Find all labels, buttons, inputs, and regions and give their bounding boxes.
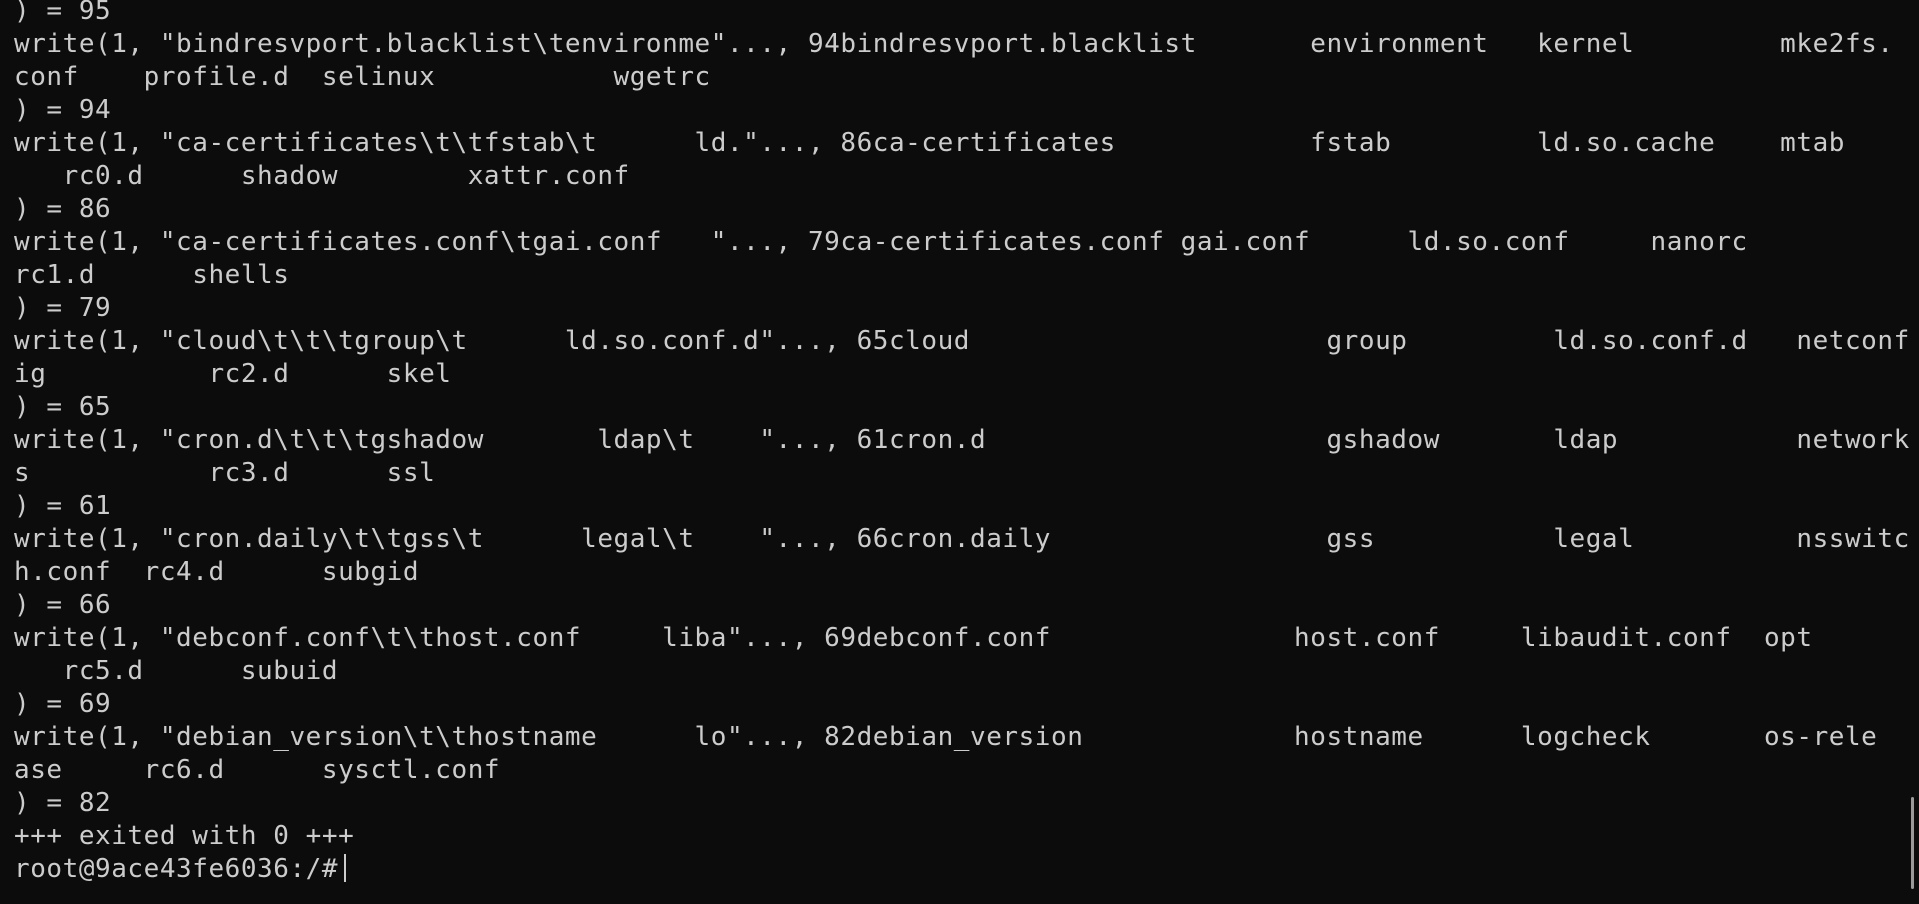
output-line: h.conf rc4.d subgid [14, 557, 420, 587]
output-line: ig rc2.d skel [14, 359, 452, 389]
text-cursor [344, 854, 347, 882]
output-line: write(1, "cron.d\t\t\tgshadow ldap\t "..… [14, 425, 1910, 455]
output-line: write(1, "cloud\t\t\tgroup\t ld.so.conf.… [14, 326, 1910, 356]
scrollbar-thumb[interactable] [1911, 797, 1914, 889]
output-line: write(1, "ca-certificates.conf\tgai.conf… [14, 227, 1748, 257]
prompt-line[interactable]: root@9ace43fe6036:/# [14, 853, 1919, 886]
output-line: ) = 94 [14, 95, 112, 125]
output-line: write(1, "debian_version\t\thostname lo"… [14, 722, 1878, 752]
output-line: ) = 79 [14, 293, 112, 323]
output-line: rc5.d subuid [14, 656, 339, 686]
shell-prompt: root@9ace43fe6036:/# [14, 854, 339, 884]
output-line: rc0.d shadow xattr.conf [14, 161, 630, 191]
output-line: rc1.d shells [14, 260, 290, 290]
output-line: conf profile.d selinux wgetrc [14, 62, 711, 92]
output-line: ) = 86 [14, 194, 112, 224]
output-line: ) = 66 [14, 590, 112, 620]
output-line: ) = 69 [14, 689, 112, 719]
output-line: write(1, "ca-certificates\t\tfstab\t ld.… [14, 128, 1845, 158]
output-line: ) = 61 [14, 491, 112, 521]
output-line: ) = 82 [14, 788, 112, 818]
output-line: write(1, "debconf.conf\t\thost.conf liba… [14, 623, 1813, 653]
output-line: write(1, "bindresvport.blacklist\tenviro… [14, 29, 1894, 59]
output-line: write(1, "cron.daily\t\tgss\t legal\t ".… [14, 524, 1910, 554]
terminal-window[interactable]: ) = 95 write(1, "bindresvport.blacklist\… [0, 0, 1919, 899]
output-line: ) = 95 [14, 0, 112, 26]
output-line: ase rc6.d sysctl.conf [14, 755, 501, 785]
output-line: +++ exited with 0 +++ [14, 821, 355, 851]
output-line: s rc3.d ssl [14, 458, 436, 488]
output-line: ) = 65 [14, 392, 112, 422]
